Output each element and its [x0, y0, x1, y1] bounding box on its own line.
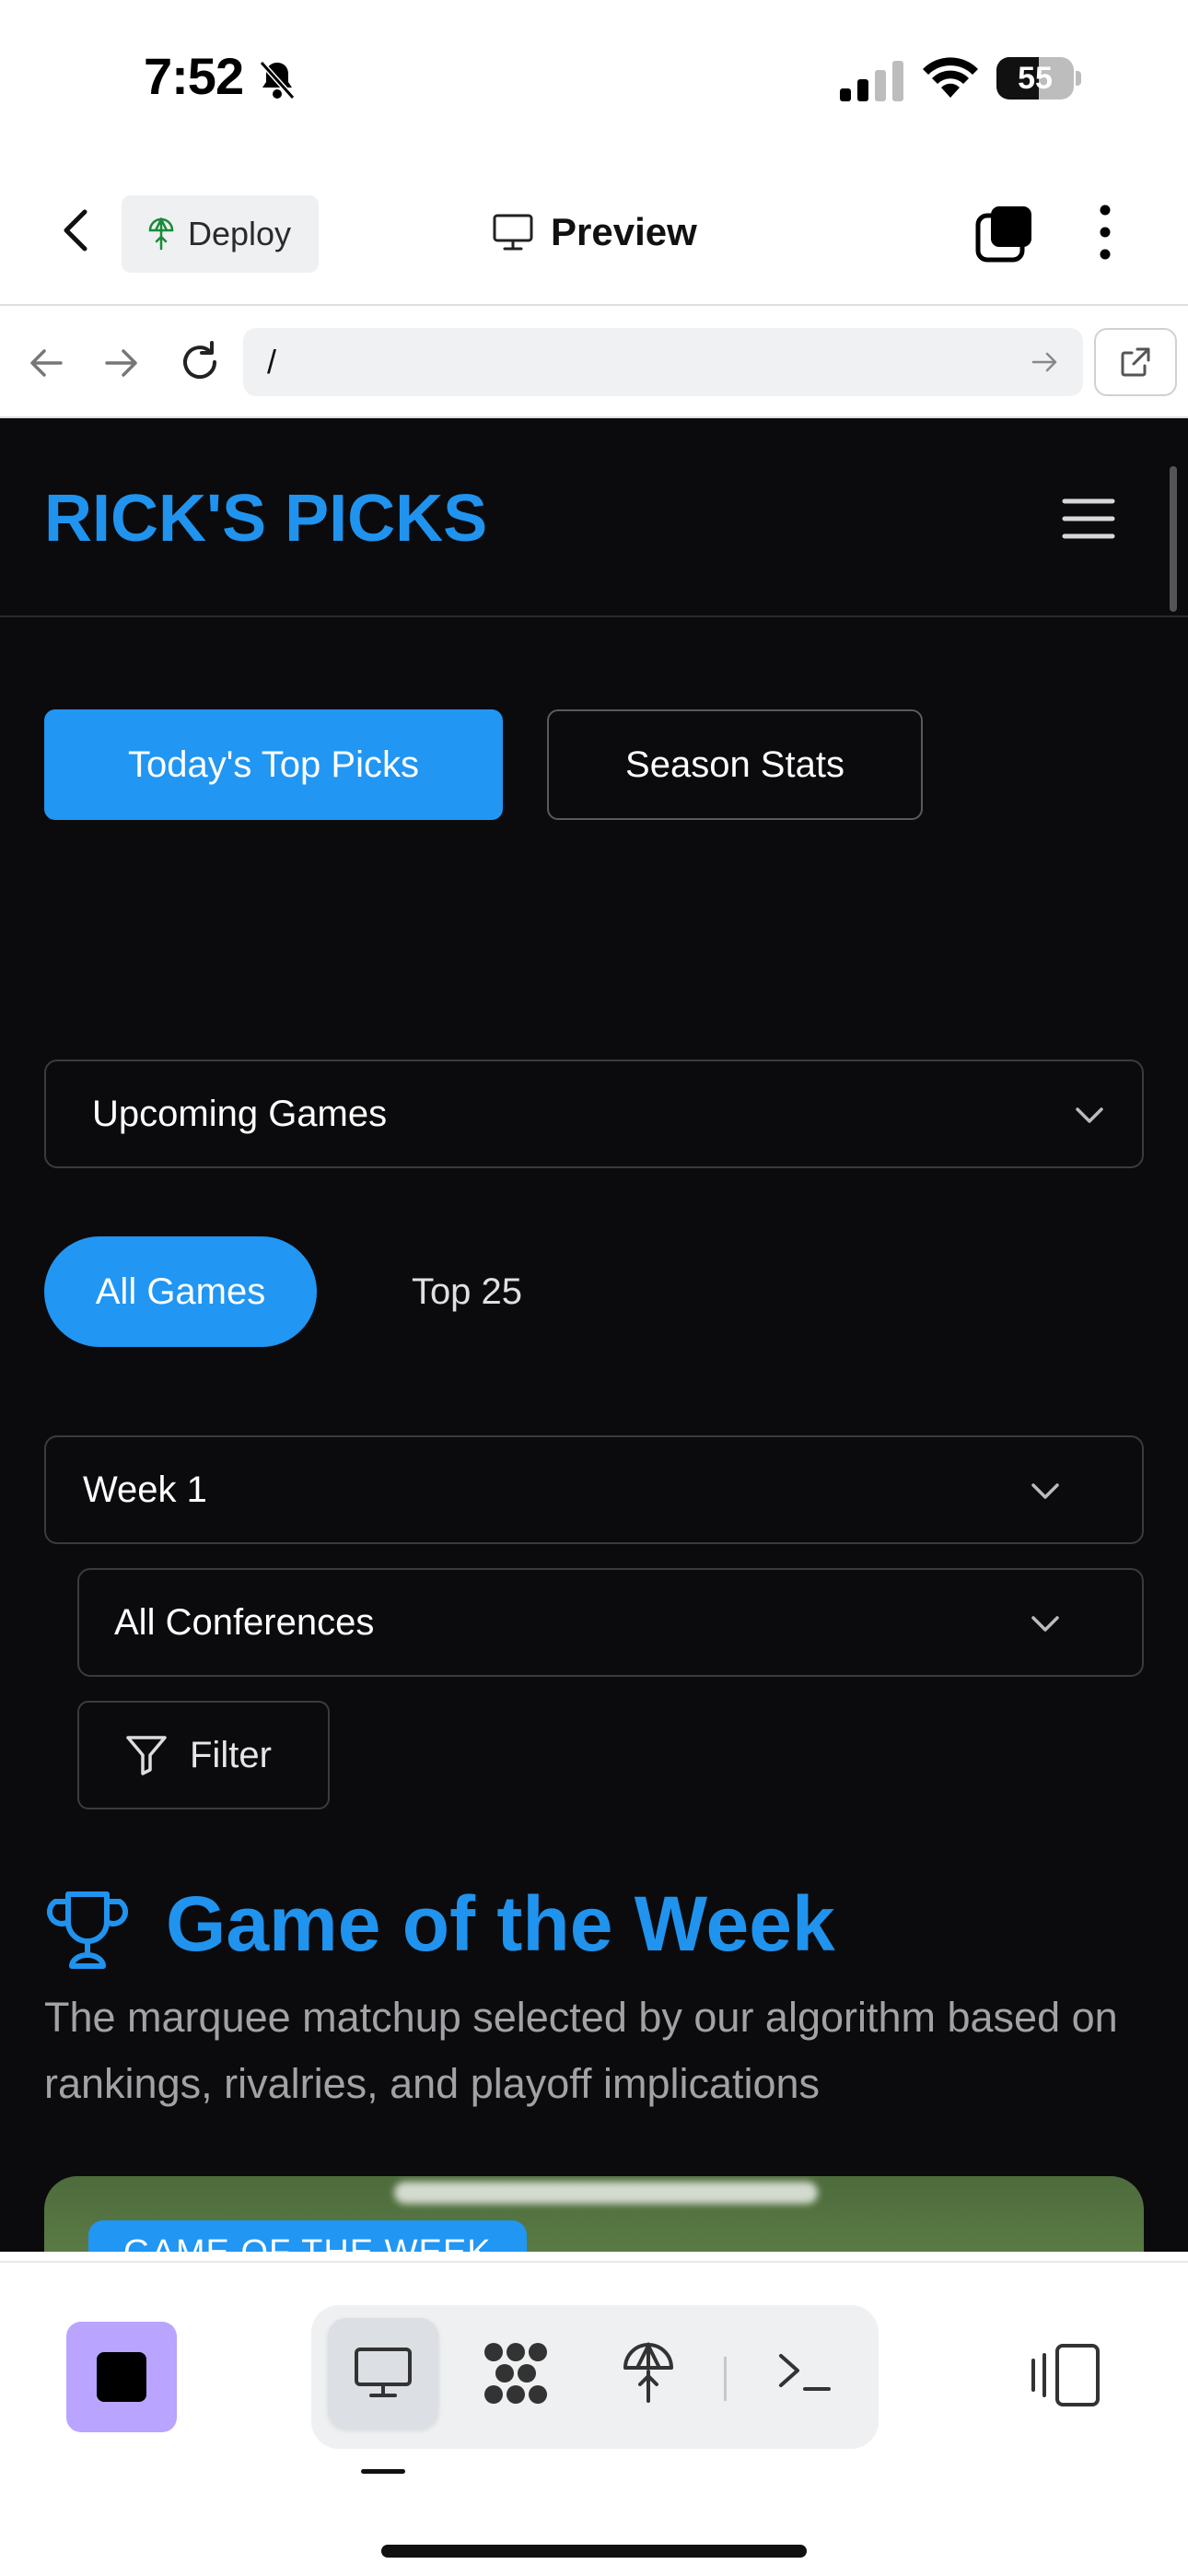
url-input[interactable] [243, 328, 1083, 396]
games-type-value: Upcoming Games [92, 1093, 388, 1134]
chevron-down-icon [1031, 1483, 1059, 1499]
terminal-icon [779, 2354, 831, 2391]
todays-top-picks-button[interactable]: Today's Top Picks [44, 709, 503, 820]
game-of-the-week-card[interactable]: GAME OF THE WEEK [44, 2176, 1144, 2252]
monitor-icon [355, 2348, 412, 2397]
chevron-down-icon [1031, 1616, 1059, 1632]
stop-icon [97, 2352, 146, 2402]
trophy-icon [47, 1891, 128, 1969]
battery-level: 55 [1018, 61, 1053, 96]
web-preview: RICK'S PICKS Today's Top Picks Season St… [0, 418, 1188, 2252]
week-select[interactable]: Week 1 [44, 1435, 1144, 1544]
status-bar: 7:52 55 [0, 0, 1188, 157]
stop-button[interactable] [66, 2322, 177, 2432]
battery-indicator: 55 [996, 57, 1081, 100]
all-games-tab[interactable]: All Games [44, 1236, 317, 1347]
open-external-button[interactable] [1094, 328, 1177, 396]
battery-cap [1076, 71, 1081, 86]
top-25-tab[interactable]: Top 25 [361, 1236, 573, 1347]
funnel-icon [126, 1736, 167, 1775]
season-stats-button[interactable]: Season Stats [547, 709, 923, 820]
hamburger-menu-icon[interactable] [1061, 496, 1116, 542]
deploy-label: Deploy [188, 215, 292, 252]
wifi-icon [923, 57, 978, 98]
external-link-icon [1121, 347, 1150, 377]
tool-switcher [311, 2305, 879, 2449]
game-of-the-week-badge: GAME OF THE WEEK [88, 2220, 527, 2252]
deploy-icon [148, 217, 174, 251]
cellular-signal-icon [840, 61, 903, 101]
site-logo[interactable]: RICK'S PICKS [44, 481, 487, 556]
conference-value: All Conferences [114, 1601, 375, 1643]
bottom-toolbar [0, 2261, 1188, 2576]
workspace-tool-button[interactable] [460, 2318, 571, 2429]
deploy-button[interactable]: Deploy [122, 195, 319, 273]
scrollbar[interactable] [1170, 466, 1177, 612]
home-indicator [381, 2545, 807, 2558]
field-yard-line [394, 2182, 818, 2204]
filter-label: Filter [190, 1734, 272, 1775]
game-of-the-week-description: The marquee matchup selected by our algo… [44, 1994, 1118, 2107]
battery-body: 55 [996, 57, 1074, 100]
games-type-select[interactable]: Upcoming Games [44, 1060, 1144, 1168]
back-chevron-icon[interactable] [55, 205, 98, 256]
reload-icon[interactable] [177, 339, 223, 385]
chevron-down-icon [1076, 1107, 1103, 1123]
tabs-icon[interactable] [974, 205, 1035, 263]
more-options-icon[interactable] [1092, 203, 1118, 262]
terminal-tool-button[interactable] [750, 2318, 860, 2429]
conference-select[interactable]: All Conferences [77, 1568, 1144, 1677]
monitor-icon [493, 214, 533, 251]
go-arrow-icon[interactable] [1030, 346, 1061, 378]
app-header: Deploy Preview [0, 157, 1188, 306]
week-value: Week 1 [83, 1469, 207, 1510]
arrow-left-icon[interactable] [26, 343, 66, 383]
site-navbar: RICK'S PICKS [0, 418, 1188, 617]
deploy-tool-button[interactable] [593, 2318, 704, 2429]
browser-url-bar [0, 306, 1188, 418]
active-tab-indicator [361, 2469, 405, 2474]
preview-label: Preview [551, 210, 697, 253]
status-time: 7:52 [144, 47, 244, 105]
deploy-icon [623, 2342, 673, 2403]
toolbar-divider [724, 2357, 727, 2401]
game-of-the-week-heading: Game of the Week [166, 1880, 835, 1967]
bell-slash-icon [259, 60, 296, 100]
filter-button[interactable]: Filter [77, 1701, 330, 1809]
preview-title[interactable]: Preview [492, 205, 697, 260]
arrow-right-icon[interactable] [101, 343, 142, 383]
devices-icon[interactable] [1030, 2342, 1101, 2408]
workspace-icon [484, 2343, 547, 2404]
preview-tool-button[interactable] [328, 2318, 438, 2429]
